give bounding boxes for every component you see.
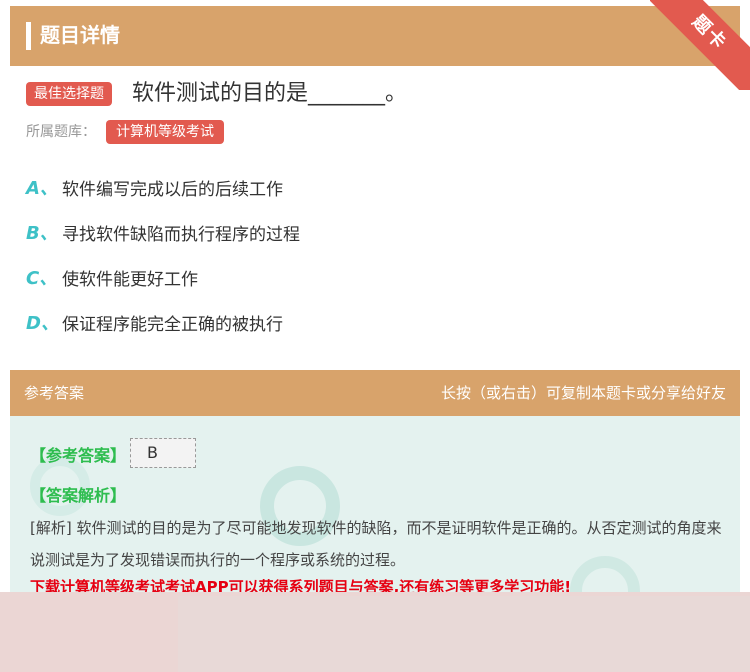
footer-panel [178, 596, 750, 672]
option-text: 保证程序能完全正确的被执行 [62, 314, 283, 335]
ribbon-label: 题卡 [687, 11, 731, 55]
answer-header: 参考答案 长按（或右击）可复制本题卡或分享给好友 [10, 370, 740, 416]
option-a[interactable]: A、 软件编写完成以后的后续工作 [26, 173, 283, 201]
option-letter: D、 [26, 313, 59, 334]
option-d[interactable]: D、 保证程序能完全正确的被执行 [26, 308, 283, 336]
bank-label: 所属题库： [26, 124, 96, 140]
header-bar: 题目详情 [10, 6, 740, 66]
header-accent [26, 22, 31, 50]
option-text: 寻找软件缺陷而执行程序的过程 [62, 224, 300, 245]
reference-answer-value: B [130, 438, 196, 468]
question-type-badge: 最佳选择题 [26, 82, 112, 106]
answer-header-title: 参考答案 [24, 384, 85, 402]
page-title: 题目详情 [40, 23, 120, 47]
option-text: 使软件能更好工作 [62, 269, 198, 290]
option-b[interactable]: B、 寻找软件缺陷而执行程序的过程 [26, 218, 300, 246]
answer-panel: 【参考答案】 B 【答案解析】 [解析] 软件测试的目的是为了尽可能地发现软件的… [10, 416, 740, 596]
corner-ribbon: 题卡 [650, 0, 750, 90]
question-text: 软件测试的目的是_______。 [132, 81, 408, 106]
option-letter: B、 [26, 223, 58, 244]
share-hint: 长按（或右击）可复制本题卡或分享给好友 [440, 384, 726, 402]
option-c[interactable]: C、 使软件能更好工作 [26, 263, 198, 291]
option-letter: C、 [26, 268, 58, 289]
option-letter: A、 [26, 178, 58, 199]
reference-answer-label: 【参考答案】 [30, 446, 127, 465]
bank-tag[interactable]: 计算机等级考试 [106, 120, 224, 144]
option-text: 软件编写完成以后的后续工作 [62, 179, 283, 200]
explanation-text: [解析] 软件测试的目的是为了尽可能地发现软件的缺陷，而不是证明软件是正确的。从… [30, 519, 722, 569]
explanation-label: 【答案解析】 [30, 486, 127, 505]
